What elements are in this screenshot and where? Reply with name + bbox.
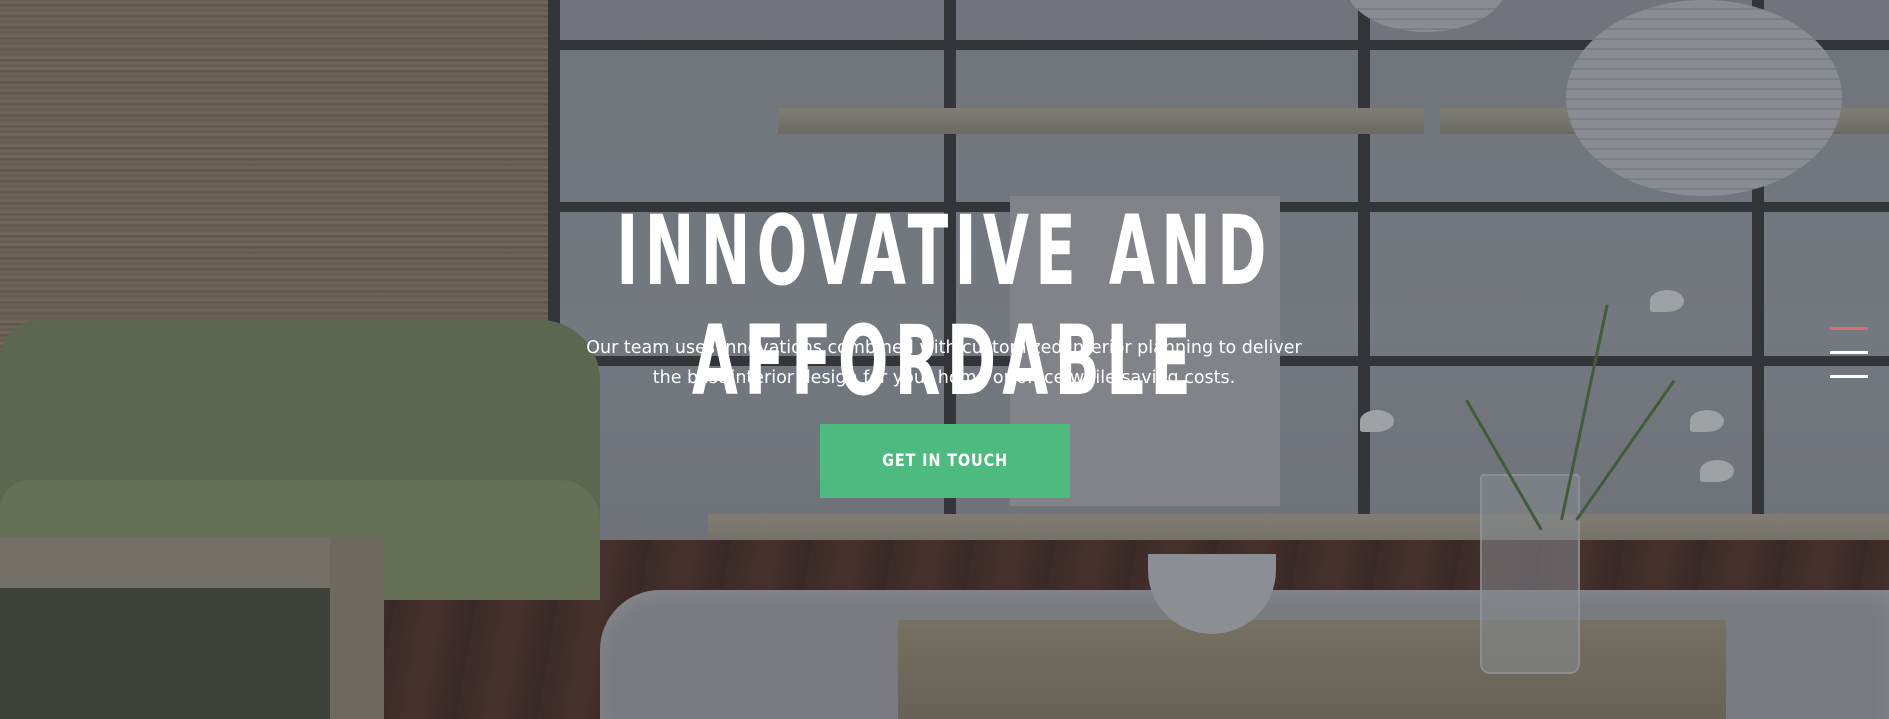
menu-bar-top bbox=[1830, 327, 1868, 330]
get-in-touch-button[interactable]: GET IN TOUCH bbox=[820, 424, 1070, 498]
get-in-touch-button-label: GET IN TOUCH bbox=[882, 451, 1008, 471]
hero-description: Our team uses innovations combined with … bbox=[544, 333, 1344, 393]
hero-section: INNOVATIVE AND AFFORDABLE Our team uses … bbox=[0, 0, 1889, 719]
hero-description-line-2: the best interior design for your home o… bbox=[652, 368, 1236, 388]
hamburger-menu-icon[interactable] bbox=[1830, 324, 1868, 380]
hero-description-line-1: Our team uses innovations combined with … bbox=[586, 338, 1302, 358]
menu-bar-middle bbox=[1830, 351, 1868, 354]
menu-bar-bottom bbox=[1830, 375, 1868, 378]
